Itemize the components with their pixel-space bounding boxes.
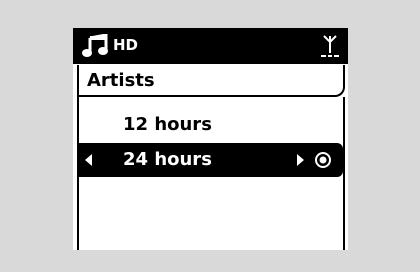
status-bar: HD (73, 28, 348, 64)
menu-title: Artists (87, 70, 155, 91)
arrow-right-icon (297, 154, 304, 166)
source-label: HD (113, 36, 139, 54)
list-border-right (343, 97, 345, 250)
list-item-12-hours[interactable]: 12 hours (79, 108, 343, 142)
arrow-left-icon (85, 154, 92, 166)
radio-selected-icon (315, 152, 331, 168)
list-item-label: 24 hours (123, 149, 212, 170)
device-screen: HD Artists 12 hours 24 hours (73, 28, 348, 250)
antenna-signal-icon (321, 35, 339, 57)
list-item-24-hours[interactable]: 24 hours (79, 143, 343, 177)
menu-title-box: Artists (77, 65, 345, 97)
list-item-label: 12 hours (123, 114, 212, 135)
music-note-icon (82, 34, 108, 57)
